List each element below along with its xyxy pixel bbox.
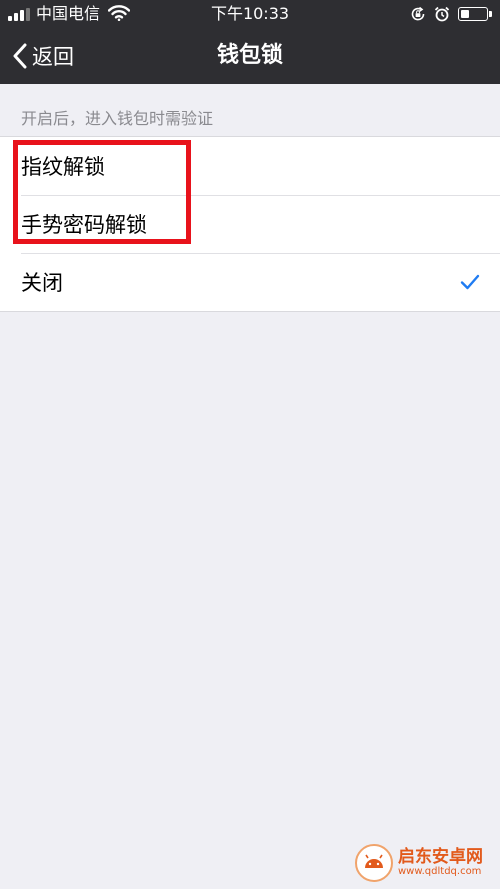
watermark-name: 启东安卓网 xyxy=(398,846,483,867)
battery-icon xyxy=(458,7,492,21)
option-label: 关闭 xyxy=(21,271,63,295)
option-off[interactable]: 关闭 xyxy=(0,253,500,311)
checkmark-icon xyxy=(460,274,480,290)
status-bar: 中国电信 下午10:33 xyxy=(0,0,500,28)
highlight-annotation-box xyxy=(13,140,191,244)
alarm-icon xyxy=(434,6,450,22)
back-button[interactable]: 返回 xyxy=(12,28,74,84)
site-watermark: 启东安卓网 www.qdltdq.com xyxy=(354,843,494,883)
navigation-bar: 返回 钱包锁 xyxy=(0,28,500,84)
page-title: 钱包锁 xyxy=(216,43,283,68)
chevron-left-icon xyxy=(13,43,27,69)
battery-level-fill xyxy=(461,10,469,18)
section-header: 开启后，进入钱包时需验证 xyxy=(21,109,214,128)
watermark-logo-icon xyxy=(355,844,393,882)
watermark-url: www.qdltdq.com xyxy=(398,865,482,877)
back-label: 返回 xyxy=(32,45,74,69)
rotation-lock-icon xyxy=(411,6,425,21)
